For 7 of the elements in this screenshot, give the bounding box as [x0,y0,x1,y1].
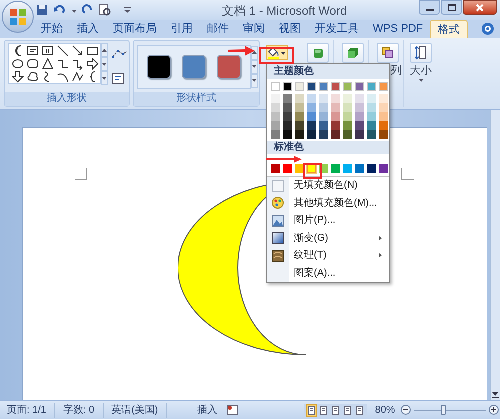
group-label: 列 [391,64,403,78]
menu-header: 主题颜色 [267,64,389,79]
window-title: 文档 1 - Microsoft Word [222,3,348,20]
group-label: 大小 [410,64,432,78]
menu-header: 标准色 [267,141,389,154]
group-label: 插入形状 [5,92,129,106]
group-label: 形状样式 [134,92,259,106]
